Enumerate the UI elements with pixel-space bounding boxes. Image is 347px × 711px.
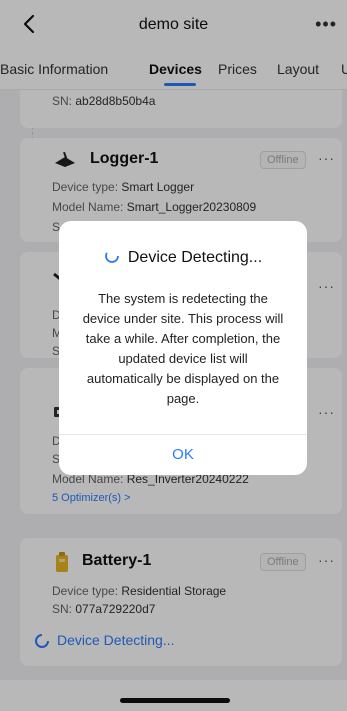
ok-button[interactable]: OK (59, 435, 307, 475)
dialog-title: Device Detecting... (59, 248, 307, 267)
dialog-message: The system is redetecting the device und… (82, 291, 284, 406)
device-detecting-dialog: Device Detecting... The system is redete… (59, 221, 307, 475)
dialog-title-text: Device Detecting... (127, 249, 263, 266)
loading-spinner-icon (104, 249, 119, 263)
